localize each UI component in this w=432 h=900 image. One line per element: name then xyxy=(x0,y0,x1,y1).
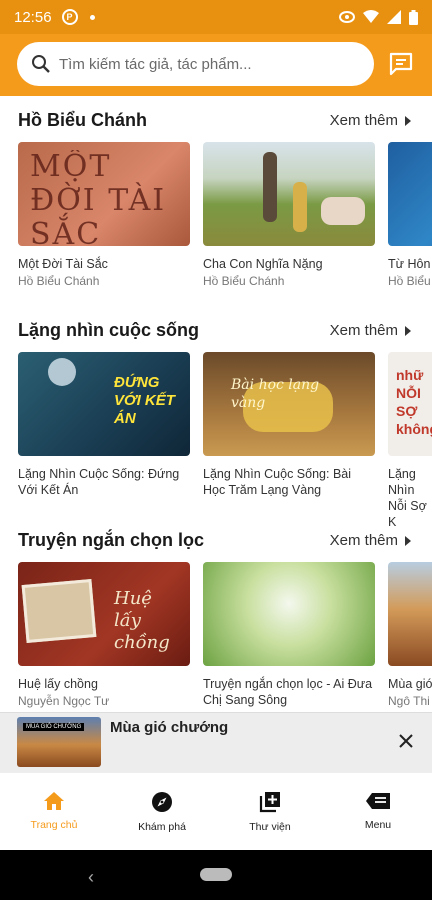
search-icon xyxy=(32,55,50,73)
book-title: Một Đời Tài Sắc xyxy=(18,257,108,271)
see-more-button[interactable]: Xem thêm xyxy=(330,322,412,339)
book-author: Hồ Biểu Chánh xyxy=(203,274,285,288)
book-cover: Bài học lạng vàng xyxy=(203,352,375,456)
app-badge-icon: P xyxy=(61,9,78,25)
see-more-label: Xem thêm xyxy=(329,112,398,129)
bottom-nav: Trang chủ Khám phá Thư viện Menu xyxy=(0,772,432,850)
book-card[interactable]: Huệ lấy chồng Huệ lấy chồng Nguyễn Ngọc … xyxy=(18,562,190,709)
chevron-right-icon xyxy=(405,535,411,546)
book-title: Từ Hôn xyxy=(388,257,431,271)
app-bar: Tìm kiếm tác giả, tác phẩm... xyxy=(0,34,432,96)
book-card[interactable]: Cha Con Nghĩa Nặng Hồ Biểu Chánh xyxy=(203,142,375,289)
home-feed: Hồ Biểu Chánh Xem thêm MỘT ĐỜI TÀI SẮC M… xyxy=(0,96,432,771)
chevron-right-icon xyxy=(405,325,411,336)
nav-item-library[interactable]: Thư viện xyxy=(216,773,324,850)
section-title: Lặng nhìn cuộc sống xyxy=(18,320,199,340)
book-author: Hồ Biểu Chánh xyxy=(18,274,100,288)
book-card[interactable]: nhữ NỖI SỢ không Lặng Nhìn Nỗi Sợ K xyxy=(388,352,432,530)
mini-player-title: Mùa gió chướng xyxy=(110,719,229,736)
mini-cover-text: MÙA GIÓ CHƯỚNG xyxy=(23,723,85,731)
close-icon[interactable] xyxy=(398,733,414,749)
nav-item-explore[interactable]: Khám phá xyxy=(108,773,216,850)
library-icon xyxy=(259,792,280,813)
cover-art-text: ĐỨNG VỚI KẾT ÁN xyxy=(114,374,175,427)
mini-player[interactable]: MÙA GIÓ CHƯỚNG Mùa gió chướng xyxy=(0,712,432,775)
cover-art-text: nhữ NỖI SỢ không xyxy=(396,367,432,437)
menu-icon xyxy=(366,793,390,809)
book-author: Nguyễn Ngọc Tư xyxy=(18,694,110,708)
search-placeholder: Tìm kiếm tác giả, tác phẩm... xyxy=(59,55,252,73)
chat-icon[interactable] xyxy=(388,51,414,77)
eye-icon xyxy=(339,11,355,23)
status-bar: 12:56 P xyxy=(0,0,432,34)
book-card[interactable]: Bài học lạng vàng Lặng Nhìn Cuộc Sống: B… xyxy=(203,352,375,498)
status-time: 12:56 xyxy=(14,8,52,26)
book-cover: Huệ lấy chồng xyxy=(18,562,190,666)
book-cover xyxy=(203,562,375,666)
book-card[interactable]: Mùa gió Ngô Thi xyxy=(388,562,432,709)
book-cover xyxy=(388,142,432,246)
book-cover xyxy=(203,142,375,246)
nav-item-home[interactable]: Trang chủ xyxy=(0,773,108,850)
book-card[interactable]: ĐỨNG VỚI KẾT ÁN Lặng Nhìn Cuộc Sống: Đứn… xyxy=(18,352,190,498)
book-author: Ngô Thi xyxy=(388,694,430,708)
book-title: Cha Con Nghĩa Nặng xyxy=(203,257,323,271)
cover-art-text: MỘT ĐỜI TÀI SẮC xyxy=(30,150,167,246)
nav-label: Menu xyxy=(364,819,392,831)
compass-icon xyxy=(152,792,172,812)
mini-player-cover: MÙA GIÓ CHƯỚNG xyxy=(17,717,101,767)
nav-label: Trang chủ xyxy=(30,819,78,831)
notification-dot-icon xyxy=(89,14,95,20)
book-cover: ĐỨNG VỚI KẾT ÁN xyxy=(18,352,190,456)
book-card[interactable]: MỘT ĐỜI TÀI SẮC Một Đời Tài Sắc Hồ Biểu … xyxy=(18,142,190,289)
book-title: Truyện ngắn chọn lọc - Ai Đưa Chị Sang S… xyxy=(203,677,373,707)
section-title: Hồ Biểu Chánh xyxy=(18,110,147,130)
book-title: Mùa gió xyxy=(388,677,432,691)
cover-art-text: Huệ lấy chồng xyxy=(114,588,170,653)
section-truyen-ngan-chon-loc: Truyện ngắn chọn lọc Xem thêm Huệ lấy ch… xyxy=(0,516,432,726)
section-title: Truyện ngắn chọn lọc xyxy=(18,530,205,550)
book-cover: MỘT ĐỜI TÀI SẮC xyxy=(18,142,190,246)
section-lang-nhin-cuoc-song: Lặng nhìn cuộc sống Xem thêm ĐỨNG VỚI KẾ… xyxy=(0,306,432,529)
battery-icon xyxy=(409,9,418,25)
nav-item-menu[interactable]: Menu xyxy=(324,773,432,850)
back-icon[interactable]: ‹ xyxy=(88,867,94,888)
cover-art-text: Bài học lạng vàng xyxy=(231,377,320,411)
book-title: Lặng Nhìn Cuộc Sống: Bài Học Trăm Lạng V… xyxy=(203,467,352,497)
see-more-button[interactable]: Xem thêm xyxy=(330,532,412,549)
see-more-button[interactable]: Xem thêm xyxy=(330,112,412,129)
chevron-right-icon xyxy=(405,115,411,126)
nav-label: Thư viện xyxy=(249,821,291,833)
search-input[interactable]: Tìm kiếm tác giả, tác phẩm... xyxy=(17,42,374,86)
wifi-icon xyxy=(363,10,379,23)
home-icon xyxy=(44,792,64,810)
system-nav-bar: ‹ xyxy=(0,850,432,900)
book-cover: nhữ NỖI SỢ không xyxy=(388,352,432,456)
section-ho-bieu-chanh: Hồ Biểu Chánh Xem thêm MỘT ĐỜI TÀI SẮC M… xyxy=(0,96,432,306)
book-title: Lặng Nhìn Cuộc Sống: Đứng Với Kết Án xyxy=(18,467,180,497)
book-author: Hồ Biểu xyxy=(388,274,431,288)
book-card[interactable]: Từ Hôn Hồ Biểu xyxy=(388,142,432,289)
book-card[interactable]: Truyện ngắn chọn lọc - Ai Đưa Chị Sang S… xyxy=(203,562,375,708)
nav-label: Khám phá xyxy=(138,821,186,833)
book-cover xyxy=(388,562,432,666)
home-pill-icon[interactable] xyxy=(200,868,232,881)
signal-icon xyxy=(387,10,401,24)
book-title: Huệ lấy chồng xyxy=(18,677,98,691)
see-more-label: Xem thêm xyxy=(329,322,398,339)
see-more-label: Xem thêm xyxy=(329,532,398,549)
